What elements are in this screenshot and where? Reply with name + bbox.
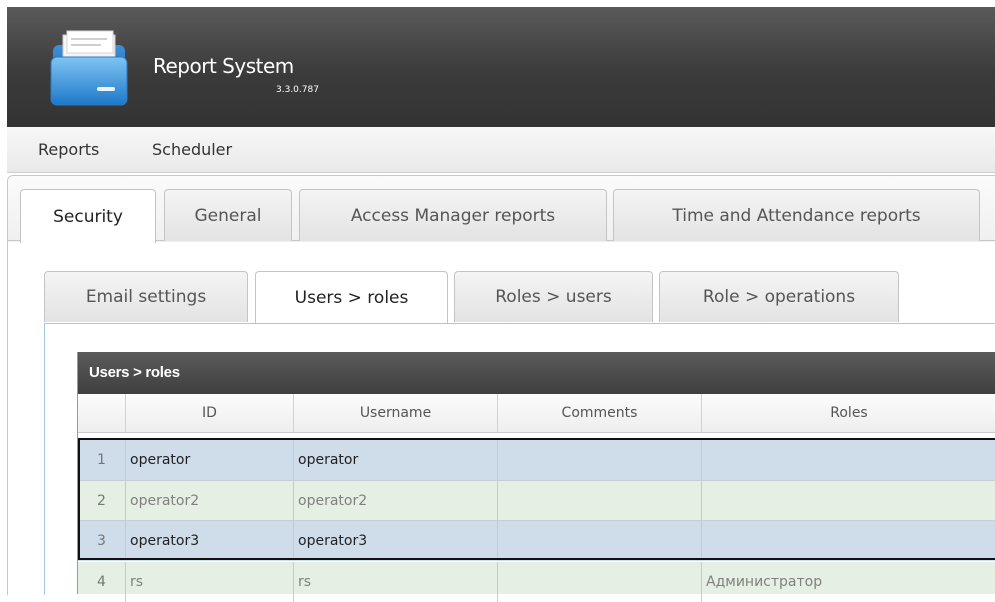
tab-general[interactable]: General bbox=[164, 189, 292, 241]
app-header: Report System 3.3.0.787 bbox=[7, 7, 995, 127]
users-roles-grid: Users > roles ID Username Comments Roles… bbox=[77, 352, 995, 602]
row-number: 1 bbox=[78, 440, 126, 480]
tab-security[interactable]: Security bbox=[20, 189, 156, 243]
cell-username[interactable]: operator3 bbox=[294, 521, 498, 561]
row-number: 3 bbox=[78, 521, 126, 561]
table-row[interactable]: 2 operator2 operator2 bbox=[78, 481, 995, 521]
menu-item-scheduler[interactable]: Scheduler bbox=[152, 140, 232, 159]
column-header-row-number bbox=[78, 394, 126, 432]
grid-title: Users > roles bbox=[78, 352, 995, 394]
cell-username[interactable]: operator bbox=[294, 440, 498, 480]
cell-roles[interactable]: Администратор bbox=[702, 562, 995, 602]
cell-comments[interactable] bbox=[498, 440, 702, 480]
table-row[interactable]: 1 operator operator bbox=[78, 440, 995, 480]
row-number: 2 bbox=[78, 481, 126, 521]
tab-role-operations[interactable]: Role > operations bbox=[659, 271, 899, 322]
tab-users-roles[interactable]: Users > roles bbox=[255, 271, 448, 324]
column-header-id[interactable]: ID bbox=[126, 394, 294, 432]
table-row[interactable]: 3 operator3 operator3 bbox=[78, 521, 995, 561]
cell-roles[interactable] bbox=[702, 481, 995, 521]
cell-username[interactable]: rs bbox=[294, 562, 498, 602]
cell-username[interactable]: operator2 bbox=[294, 481, 498, 521]
column-header-username[interactable]: Username bbox=[294, 394, 498, 432]
tab-roles-users[interactable]: Roles > users bbox=[454, 271, 653, 322]
tab-access-manager-reports[interactable]: Access Manager reports bbox=[299, 189, 607, 241]
tab-email-settings[interactable]: Email settings bbox=[44, 271, 248, 322]
app-version: 3.3.0.787 bbox=[276, 85, 319, 95]
column-header-roles[interactable]: Roles bbox=[702, 394, 995, 432]
cell-comments[interactable] bbox=[498, 562, 702, 602]
cell-roles[interactable] bbox=[702, 521, 995, 561]
cell-id[interactable]: operator3 bbox=[126, 521, 294, 561]
cell-id[interactable]: operator2 bbox=[126, 481, 294, 521]
cell-id[interactable]: operator bbox=[126, 440, 294, 480]
cell-roles[interactable] bbox=[702, 440, 995, 480]
row-number: 4 bbox=[78, 562, 126, 602]
cell-comments[interactable] bbox=[498, 481, 702, 521]
menu-bar: Reports Scheduler bbox=[7, 127, 995, 173]
folder-icon bbox=[50, 30, 128, 106]
app-title: Report System bbox=[153, 54, 294, 78]
menu-item-reports[interactable]: Reports bbox=[38, 140, 99, 159]
tab-time-and-attendance-reports[interactable]: Time and Attendance reports bbox=[613, 189, 980, 241]
cell-id[interactable]: rs bbox=[126, 562, 294, 602]
inner-tab-strip: Email settings Users > roles Roles > use… bbox=[44, 270, 995, 324]
column-header-comments[interactable]: Comments bbox=[498, 394, 702, 432]
grid-header: ID Username Comments Roles bbox=[78, 394, 995, 433]
cell-comments[interactable] bbox=[498, 521, 702, 561]
table-row[interactable]: 4 rs rs Администратор bbox=[78, 562, 995, 602]
